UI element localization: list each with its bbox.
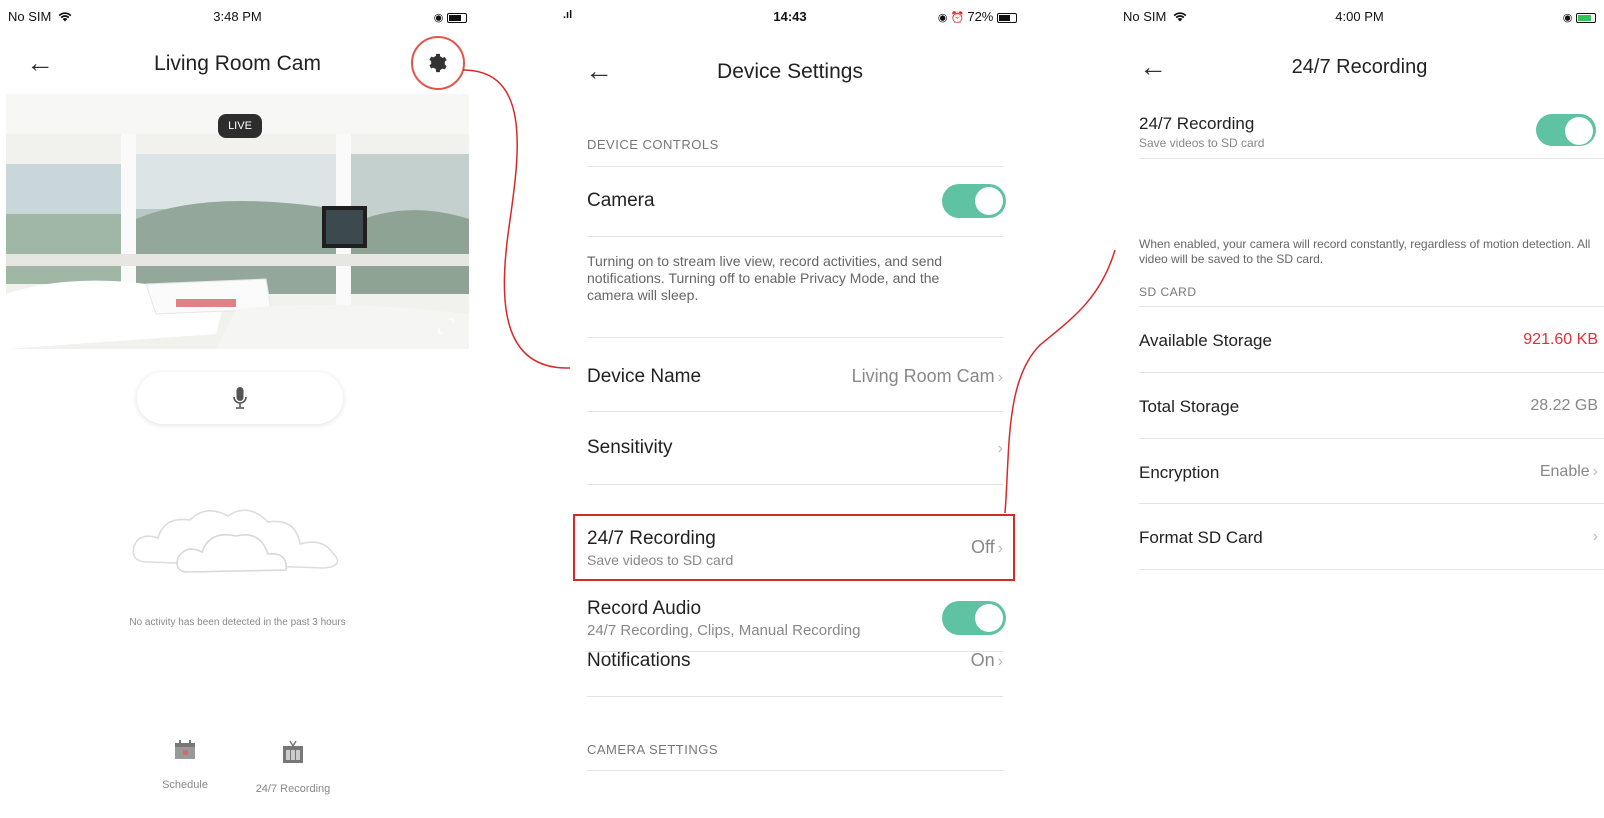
nav-bar: ← 24/7 Recording	[1115, 48, 1604, 88]
sensitivity-label: Sensitivity	[587, 437, 673, 458]
encryption-value: Enable ›	[1539, 463, 1598, 480]
chevron-right-icon: ›	[1592, 463, 1598, 480]
divider	[1139, 158, 1604, 159]
page-title: Device Settings	[717, 60, 863, 83]
tab-recording-label: 24/7 Recording	[255, 783, 331, 795]
encryption-label: Encryption	[1139, 463, 1220, 482]
record-audio-label: Record Audio	[587, 598, 702, 619]
recording-row-highlight	[573, 514, 1015, 581]
status-time: 3:48 PM	[213, 9, 262, 24]
record-audio-toggle[interactable]	[942, 601, 1006, 635]
microphone-icon	[233, 387, 247, 409]
divider	[1139, 569, 1604, 570]
status-bar: No SIM 4:00 PM ◉	[1115, 0, 1604, 30]
recording-icon	[283, 740, 303, 763]
battery-indicator: ◉ ⏰ 72%	[938, 9, 1017, 24]
battery-icon: ◉	[434, 9, 467, 24]
gear-icon	[429, 53, 447, 73]
recording-subtitle: Save videos to SD card	[1139, 136, 1265, 150]
divider	[587, 236, 1003, 237]
recording-label: 24/7 Recording	[1139, 114, 1255, 133]
divider	[1139, 503, 1604, 504]
format-sd-card-chevron: ›	[1590, 528, 1598, 546]
calendar-icon	[175, 740, 195, 759]
device-name-label: Device Name	[587, 366, 702, 387]
chevron-right-icon: ›	[1592, 528, 1598, 545]
divider	[1139, 438, 1604, 439]
divider	[587, 696, 1003, 697]
recording-toggle[interactable]	[1536, 114, 1596, 146]
divider	[587, 484, 1003, 485]
chevron-right-icon: ›	[997, 369, 1003, 386]
total-storage-label: Total Storage	[1139, 397, 1240, 416]
device-settings-screen: .ıl 14:43 ◉ ⏰ 72% ← Device Settings DEVI…	[555, 0, 1025, 818]
status-bar: No SIM 3:48 PM ◉	[0, 0, 475, 30]
tab-247-recording[interactable]: 24/7 Recording	[248, 740, 338, 795]
recording-description: When enabled, your camera will record co…	[1139, 237, 1591, 266]
page-title: 24/7 Recording	[1291, 56, 1428, 78]
nav-bar: ← Living Room Cam	[0, 36, 475, 90]
fullscreen-icon[interactable]	[437, 317, 455, 335]
tab-schedule[interactable]: Schedule	[140, 740, 230, 791]
format-sd-card-label: Format SD Card	[1139, 528, 1263, 547]
available-storage-value: 921.60 KB	[1523, 331, 1598, 348]
available-storage-label: Available Storage	[1139, 331, 1272, 350]
status-bar: .ıl 14:43 ◉ ⏰ 72%	[555, 0, 1025, 30]
notifications-label: Notifications	[587, 650, 691, 671]
divider	[1139, 372, 1604, 373]
total-storage-value: 28.22 GB	[1530, 397, 1598, 414]
camera-description: Turning on to stream live view, record a…	[587, 253, 943, 303]
section-header-camera-settings: CAMERA SETTINGS	[587, 742, 719, 757]
chevron-right-icon: ›	[997, 440, 1003, 457]
camera-live-screen: No SIM 3:48 PM ◉ ← Living Room Cam LIVE …	[0, 0, 475, 818]
no-activity-message: No activity has been detected in the pas…	[129, 617, 346, 628]
page-title: Living Room Cam	[154, 52, 321, 75]
divider	[1139, 306, 1604, 307]
camera-live-view[interactable]: LIVE	[6, 94, 469, 349]
chevron-right-icon: ›	[997, 653, 1003, 670]
camera-toggle[interactable]	[942, 184, 1006, 218]
nav-bar: ← Device Settings	[555, 52, 1025, 92]
divider	[587, 166, 1003, 167]
live-badge: LIVE	[218, 114, 262, 138]
settings-button[interactable]	[411, 36, 465, 90]
section-header-device-controls: DEVICE CONTROLS	[587, 137, 719, 152]
notifications-value: On ›	[970, 650, 1003, 670]
divider	[587, 770, 1003, 771]
tab-schedule-label: Schedule	[162, 779, 208, 791]
divider	[587, 411, 1003, 412]
cloud-icon	[132, 509, 339, 573]
sensitivity-value: ›	[995, 437, 1003, 458]
device-name-value: Living Room Cam ›	[851, 366, 1003, 386]
talk-button[interactable]	[137, 372, 343, 424]
divider	[587, 337, 1003, 338]
record-audio-subtitle: 24/7 Recording, Clips, Manual Recording	[587, 622, 861, 639]
recording-settings-screen: No SIM 4:00 PM ◉ ← 24/7 Recording 24/7 R…	[1115, 0, 1604, 818]
battery-icon: ◉	[1563, 9, 1596, 24]
section-header-sd-card: SD CARD	[1139, 285, 1197, 299]
camera-label: Camera	[587, 190, 655, 211]
status-time: 4:00 PM	[1335, 9, 1384, 24]
